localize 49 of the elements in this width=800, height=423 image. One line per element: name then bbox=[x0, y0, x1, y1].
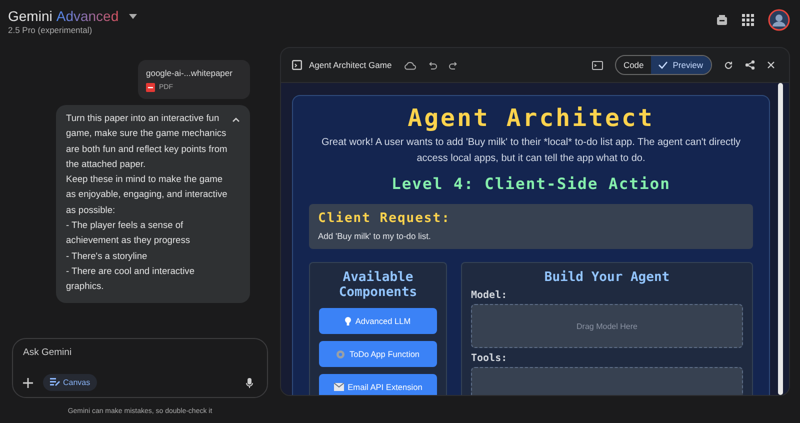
canvas-chip[interactable]: Canvas bbox=[43, 374, 98, 391]
slot-label: Model: bbox=[471, 290, 508, 301]
component-button[interactable]: Email API Extension bbox=[319, 374, 437, 395]
gear-icon bbox=[336, 350, 346, 358]
slot-label: Tools: bbox=[471, 353, 508, 364]
dropdown-caret-icon[interactable] bbox=[128, 14, 137, 18]
message-text: Keep these in mind to make the game as enjoyable, engaging, and interactive as possible: bbox=[66, 173, 228, 217]
message-text: Turn this paper into an interactive fun game, make sure the game mechanics are both fun and reflect key points from the attached paper. bbox=[66, 112, 228, 171]
build-heading: Build Your Agent bbox=[543, 270, 671, 285]
app-title[interactable]: Gemini bbox=[8, 8, 52, 24]
request-heading: Client Request: bbox=[318, 211, 452, 226]
view-toggle-tab[interactable]: Preview bbox=[650, 56, 711, 74]
level-title: Level 4: Client-Side Action bbox=[392, 174, 670, 194]
component-button[interactable]: Advanced LLM bbox=[319, 308, 437, 334]
code-window-icon bbox=[292, 60, 302, 70]
view-toggle-tab[interactable]: Code bbox=[616, 56, 651, 74]
scrollbar[interactable] bbox=[778, 83, 783, 395]
game-title: Agent Architect bbox=[408, 104, 654, 132]
redo-icon[interactable] bbox=[448, 60, 458, 70]
model-name: 2.5 Pro (experimental) bbox=[8, 25, 94, 35]
envelope-icon bbox=[334, 383, 344, 391]
undo-icon[interactable] bbox=[428, 60, 437, 70]
request-text: Add 'Buy milk' to my to-do list. bbox=[318, 231, 432, 241]
plan-name: Advanced bbox=[56, 8, 119, 24]
close-icon[interactable] bbox=[767, 61, 775, 69]
file-name: google-ai-...whitepaper bbox=[146, 68, 234, 78]
plus-icon[interactable] bbox=[23, 378, 33, 388]
message-text: - The player feels a sense of achievement as they progress bbox=[66, 219, 192, 248]
avatar-icon[interactable] bbox=[768, 9, 790, 31]
pdf-file-icon bbox=[146, 83, 155, 92]
cloud-icon[interactable] bbox=[404, 60, 416, 70]
console-icon[interactable] bbox=[592, 60, 604, 70]
prompt-input[interactable]: Ask Gemini Canvas bbox=[12, 338, 268, 398]
message-text: - There's a storyline bbox=[66, 250, 148, 263]
check-icon bbox=[658, 61, 668, 69]
briefcase-icon[interactable] bbox=[716, 14, 728, 26]
intro-text: Great work! A user wants to add 'Buy milk' to their *local* to-do list app. The agent can't directly access local apps, but it can tell the app what to do. bbox=[320, 136, 742, 166]
microphone-icon[interactable] bbox=[246, 378, 253, 388]
canvas-title: Agent Architect Game bbox=[309, 60, 392, 70]
message-text: - There are cool and interactive graphics. bbox=[66, 264, 196, 294]
apps-grid-icon[interactable] bbox=[742, 14, 754, 26]
refresh-icon[interactable] bbox=[724, 60, 733, 70]
component-button[interactable]: ToDo App Function bbox=[319, 341, 437, 367]
canvas-icon bbox=[50, 378, 60, 387]
drop-hint: Drag Model Here bbox=[576, 322, 638, 330]
share-icon[interactable] bbox=[745, 60, 755, 70]
lightbulb-icon bbox=[345, 316, 352, 326]
components-heading: Available Components bbox=[338, 270, 418, 300]
collapse-chevron-icon[interactable] bbox=[232, 117, 240, 122]
